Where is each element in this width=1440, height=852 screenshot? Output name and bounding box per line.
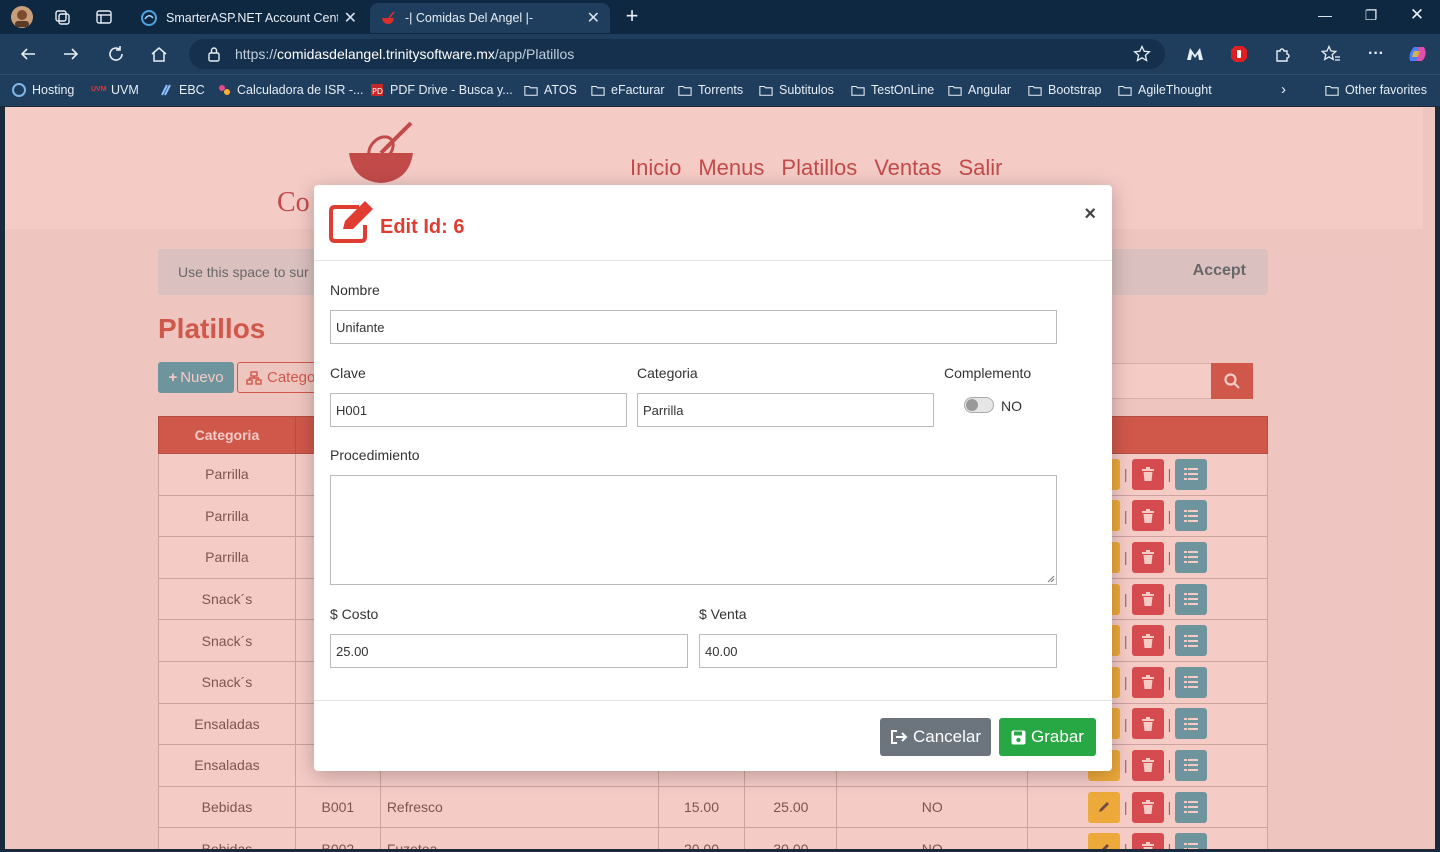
adblock-extension-icon[interactable] (1228, 43, 1250, 65)
bookmark-folder-atos[interactable]: ATOS (524, 83, 577, 97)
bookmark-calculadora-isr[interactable]: Calculadora de ISR -... (217, 83, 363, 97)
malwarebytes-extension-icon[interactable] (1184, 43, 1206, 65)
complemento-label: Complemento (944, 365, 1032, 381)
lock-icon[interactable] (207, 46, 221, 62)
nombre-label: Nombre (330, 282, 380, 298)
edit-platillo-modal: Edit Id: 6 × Nombre Unifante Clave H001 … (314, 185, 1112, 771)
clave-input[interactable]: H001 (330, 393, 627, 427)
folder-icon (948, 85, 962, 96)
venta-label: $ Venta (699, 606, 747, 622)
sign-out-icon (890, 730, 908, 744)
more-menu-icon[interactable]: ··· (1365, 43, 1387, 65)
tab-title: -| Comidas Del Angel |- (405, 11, 534, 25)
bookmark-folder-angular[interactable]: Angular (948, 83, 1011, 97)
bookmark-folder-subtitulos[interactable]: Subtitulos (759, 83, 834, 97)
save-floppy-icon (1011, 730, 1026, 744)
tab-close-icon[interactable]: ✕ (344, 8, 357, 28)
cancelar-label: Cancelar (912, 727, 982, 746)
folder-icon (524, 85, 538, 96)
bookmark-folder-testonline[interactable]: TestOnLine (851, 83, 934, 97)
modal-title: Edit Id: 6 (380, 216, 465, 238)
categoria-input[interactable]: Parrilla (637, 393, 934, 427)
close-window-icon[interactable]: ✕ (1407, 5, 1427, 25)
bookmarks-bar: Hosting UVM UVM EBC Calculadora de ISR -… (0, 74, 1440, 106)
bookmark-folder-efacturar[interactable]: eFacturar (591, 83, 665, 97)
grabar-button[interactable]: Grabar (999, 718, 1096, 756)
profile-avatar-icon[interactable] (9, 5, 35, 29)
procedimiento-label: Procedimiento (330, 447, 420, 463)
home-icon[interactable] (147, 42, 171, 66)
browser-toolbar: https://comidasdelangel.trinitysoftware.… (0, 34, 1440, 74)
ebc-favicon-icon (161, 84, 171, 96)
bookmark-other-favorites[interactable]: Other favorites (1325, 83, 1427, 97)
hosting-favicon-icon (12, 83, 26, 97)
folder-icon (1028, 85, 1042, 96)
minimize-icon[interactable]: — (1315, 7, 1335, 23)
clave-label: Clave (330, 365, 366, 381)
costo-input[interactable]: 25.00 (330, 634, 688, 668)
tab-comidas-del-angel[interactable]: -| Comidas Del Angel |- ✕ (370, 3, 610, 33)
page-viewport: Co Inicio Menus Platillos Ventas Salir U… (5, 107, 1435, 849)
workspaces-icon[interactable] (49, 5, 75, 29)
edit-pencil-square-icon (329, 201, 373, 243)
restore-icon[interactable]: ❐ (1361, 7, 1381, 24)
bookmark-folder-torrents[interactable]: Torrents (678, 83, 743, 97)
resize-grip-icon[interactable] (1047, 575, 1055, 583)
calculator-favicon-icon (219, 85, 230, 95)
toggle-knob (966, 399, 978, 411)
pdf-drive-favicon-icon: PD (371, 84, 383, 96)
cancelar-button[interactable]: Cancelar (880, 718, 991, 756)
favorites-icon[interactable] (1320, 43, 1342, 65)
modal-header: Edit Id: 6 × (314, 185, 1112, 261)
bookmark-ebc[interactable]: EBC (159, 83, 205, 97)
complemento-toggle[interactable] (964, 397, 994, 413)
refresh-icon[interactable] (104, 42, 128, 66)
favorite-star-icon[interactable] (1133, 45, 1151, 63)
copilot-icon[interactable] (1406, 43, 1428, 65)
tab-title: SmarterASP.NET Account Center (166, 11, 338, 25)
nombre-input[interactable]: Unifante (330, 310, 1057, 344)
tab-actions-icon[interactable] (91, 5, 117, 29)
forward-arrow-icon[interactable] (59, 42, 83, 66)
modal-close-icon[interactable]: × (1084, 203, 1096, 226)
bookmark-folder-bootstrap[interactable]: Bootstrap (1028, 83, 1102, 97)
extensions-puzzle-icon[interactable] (1272, 43, 1294, 65)
categoria-label: Categoria (637, 365, 698, 381)
uvm-favicon-icon: UVM (91, 86, 107, 93)
tab-close-icon[interactable]: ✕ (587, 8, 600, 28)
address-bar[interactable]: https://comidasdelangel.trinitysoftware.… (189, 39, 1165, 69)
browser-tab-bar: SmarterASP.NET Account Center ✕ -| Comid… (0, 0, 1440, 34)
procedimiento-textarea[interactable] (330, 475, 1057, 585)
folder-icon (1118, 85, 1132, 96)
url-text: https://comidasdelangel.trinitysoftware.… (235, 46, 575, 62)
bookmark-hosting[interactable]: Hosting (12, 83, 74, 97)
new-tab-plus-icon[interactable]: + (620, 5, 644, 29)
bookmark-uvm[interactable]: UVM UVM (91, 83, 139, 97)
folder-icon (591, 85, 605, 96)
tab-smarterasp[interactable]: SmarterASP.NET Account Center ✕ (131, 3, 367, 33)
bookmark-pdf-drive[interactable]: PD PDF Drive - Busca y... (370, 83, 513, 97)
back-arrow-icon[interactable] (16, 42, 40, 66)
bookmark-folder-agilethought[interactable]: AgileThought (1118, 83, 1212, 97)
venta-input[interactable]: 40.00 (699, 634, 1057, 668)
svg-text:PD: PD (372, 87, 383, 96)
folder-icon (759, 85, 773, 96)
costo-label: $ Costo (330, 606, 379, 622)
modal-footer: Cancelar Grabar (314, 700, 1112, 771)
complemento-value: NO (1001, 398, 1022, 414)
folder-icon (678, 85, 692, 96)
grabar-label: Grabar (1031, 727, 1084, 746)
folder-icon (1325, 85, 1339, 96)
whisk-bowl-favicon-icon (382, 11, 395, 24)
smarterasp-favicon-icon (141, 10, 157, 26)
folder-icon (851, 85, 865, 96)
bookmarks-overflow-chevron-icon[interactable]: › (1281, 81, 1286, 98)
